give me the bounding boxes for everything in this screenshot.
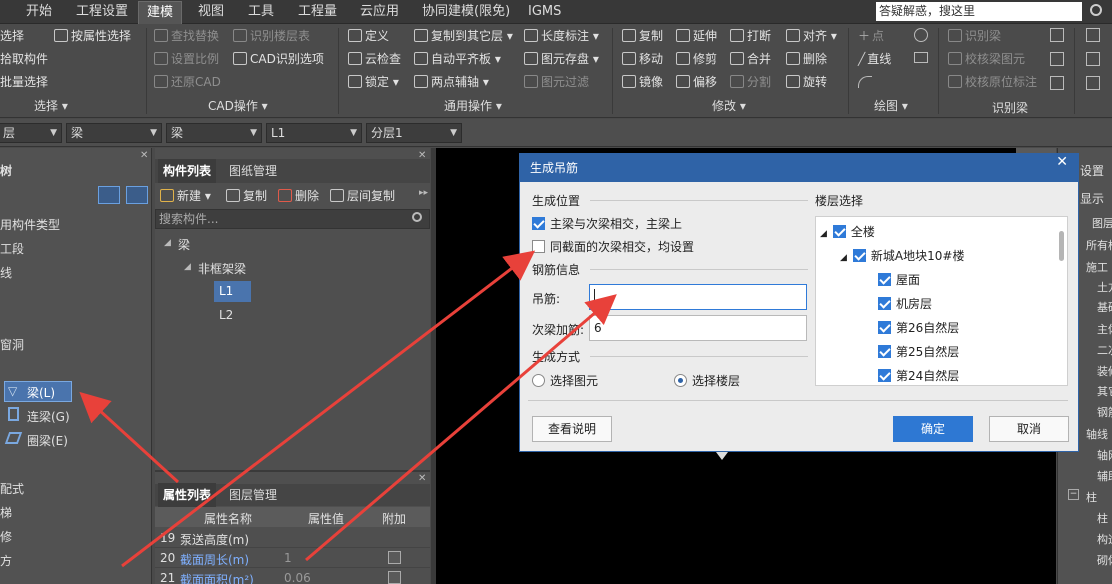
- arrow-to-hanger-input: [305, 294, 617, 562]
- annotation-arrows: [79, 250, 617, 568]
- arrow-to-beam: [79, 391, 180, 484]
- arrow-to-option: [121, 250, 536, 568]
